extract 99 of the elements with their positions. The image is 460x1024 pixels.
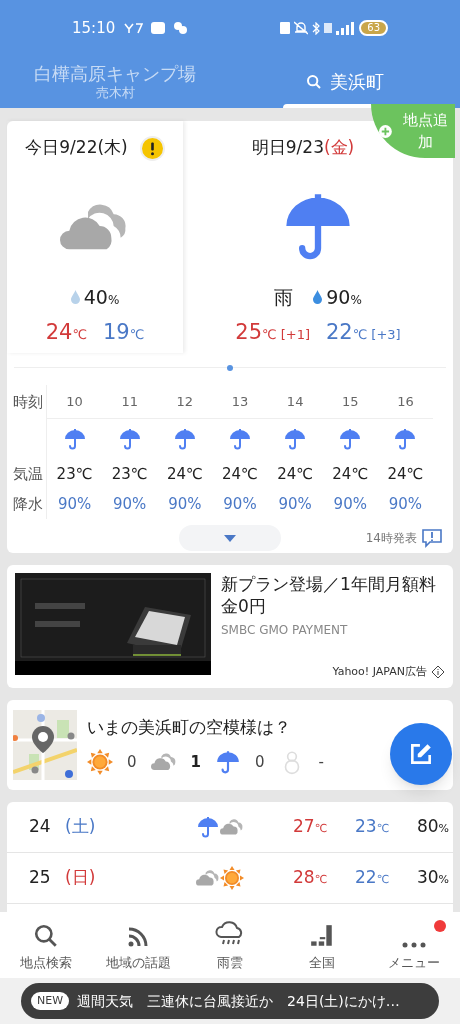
forecast-date: 明日9/23(金) <box>251 136 355 160</box>
weather-condition: 雨 <box>274 284 294 310</box>
hour-label: 14 <box>267 385 323 419</box>
ticker-category: 週間天気 <box>77 991 134 1011</box>
raindrop-icon <box>70 290 80 304</box>
battery-indicator: 63 <box>359 20 388 36</box>
nav-tab[interactable]: メニュー <box>368 912 460 978</box>
hourly-precipitation: 90% <box>278 493 312 515</box>
bluetooth-icon <box>312 21 321 35</box>
cloud-icon <box>150 751 177 773</box>
hourly-temperature: 24℃ <box>277 463 314 485</box>
hourly-temperature: 24℃ <box>387 463 424 485</box>
umbrella-icon <box>62 427 87 451</box>
report-count: 0 <box>255 751 265 773</box>
feedback-icon <box>421 528 443 548</box>
edit-icon <box>408 741 434 767</box>
cloud-icon <box>196 868 220 888</box>
weekly-low: 23℃ <box>354 815 389 839</box>
report-count: - <box>318 751 324 773</box>
weekly-date: 24 <box>28 815 52 839</box>
tab-title: 美浜町 <box>330 70 384 94</box>
hourly-precipitation: 90% <box>168 493 202 515</box>
raindrop-icon <box>313 290 323 304</box>
hourly-temperature: 23℃ <box>56 463 93 485</box>
news-ticker[interactable]: NEW 週間天気 三連休に台風接近か 24日(土)にかけ… <box>21 983 439 1019</box>
ad-headline: 新プラン登場／1年間月額料金0円 <box>221 573 437 617</box>
umbrella-icon <box>196 815 220 839</box>
hourly-temperature: 24℃ <box>166 463 203 485</box>
umbrella-icon <box>117 427 142 451</box>
cloud-icon <box>220 817 244 837</box>
high-temperature: 25℃ [+1] <box>235 319 310 346</box>
row-label: 時刻 <box>13 391 44 413</box>
low-temperature: 19℃ <box>103 319 145 346</box>
row-label: 気温 <box>13 463 44 485</box>
report-count: 0 <box>127 751 137 773</box>
tab-title: 白樺高原キャンプ場 <box>34 62 196 86</box>
weekly-precipitation: 30% <box>415 866 449 890</box>
umbrella-icon <box>393 427 418 451</box>
caret-down-icon <box>224 534 236 542</box>
app-notification-icon <box>123 20 144 36</box>
muted-bell-icon <box>294 21 309 35</box>
hour-label: 16 <box>377 385 433 419</box>
hourly-precipitation: 90% <box>113 493 147 515</box>
row-label: 降水 <box>13 493 44 515</box>
map-bars-icon <box>309 922 335 949</box>
nav-tab[interactable]: 地域の話題 <box>92 912 184 978</box>
issued-time: 14時発表 <box>365 530 417 547</box>
hour-label: 10 <box>47 385 103 419</box>
hourly-precipitation: 90% <box>388 493 423 515</box>
ticker-text: 24日(土)にかけ… <box>287 991 400 1011</box>
info-icon <box>431 664 445 679</box>
app-notification-icon <box>151 22 166 34</box>
status-time: 15:10 <box>72 17 116 39</box>
umbrella-icon <box>215 748 241 775</box>
hour-label: 13 <box>212 385 268 419</box>
sky-report-title: いまの美浜町の空模様は？ <box>87 716 292 740</box>
forecast-date: 今日9/22(木) <box>25 136 128 160</box>
more-icon <box>401 940 427 949</box>
low-temperature: 22℃ [+3] <box>326 319 401 346</box>
chat-bubbles-icon <box>173 21 188 35</box>
sun-icon <box>87 748 113 775</box>
tab-subtitle: 売木村 <box>95 85 135 102</box>
hourly-temperature: 24℃ <box>222 463 258 485</box>
sun-icon <box>220 866 244 890</box>
hourly-precipitation: 90% <box>333 493 367 515</box>
hourly-temperature: 24℃ <box>332 463 369 485</box>
hour-label: 12 <box>157 385 213 419</box>
hourly-temperature: 23℃ <box>111 463 148 485</box>
hourly-precipitation: 90% <box>57 493 92 515</box>
weekly-precipitation: 80% <box>415 815 449 839</box>
ticker-headline: 三連休に台風接近か <box>147 991 274 1011</box>
nav-tab[interactable]: 雨雲 <box>184 912 276 978</box>
weekly-high: 28℃ <box>292 866 327 890</box>
ad-card[interactable]: 新プラン登場／1年間月額料金0円 SMBC GMO PAYMENT Yahoo! JAPAN広告 <box>7 565 453 688</box>
umbrella-icon <box>283 427 308 451</box>
weekly-date: 25 <box>28 866 52 890</box>
hour-label: 15 <box>322 385 378 419</box>
plus-icon <box>379 124 392 138</box>
precipitation-chance: 90% <box>326 284 362 310</box>
weekly-weekday: (土) <box>65 815 97 839</box>
umbrella-icon <box>228 427 252 451</box>
umbrella-icon <box>172 427 197 451</box>
high-temperature: 24℃ <box>45 319 87 346</box>
report-count: 1 <box>190 751 201 773</box>
nav-tab[interactable]: 地点検索 <box>0 912 92 978</box>
weekly-low: 22℃ <box>354 866 389 890</box>
new-badge: NEW <box>31 992 70 1010</box>
ad-sponsor: SMBC GMO PAYMENT <box>221 622 349 639</box>
precipitation-chance: 40% <box>83 284 120 310</box>
nav-tab[interactable]: 全国 <box>276 912 368 978</box>
weekly-weekday: (日) <box>65 866 97 890</box>
signal-icon <box>336 21 356 35</box>
hourly-precipitation: 90% <box>223 493 257 515</box>
hour-label: 11 <box>102 385 158 419</box>
weekly-high: 27℃ <box>292 815 327 839</box>
search-icon <box>306 74 322 90</box>
ad-label: Yahoo! JAPAN広告 <box>332 663 427 680</box>
search-icon <box>33 922 59 949</box>
umbrella-icon <box>338 427 363 451</box>
